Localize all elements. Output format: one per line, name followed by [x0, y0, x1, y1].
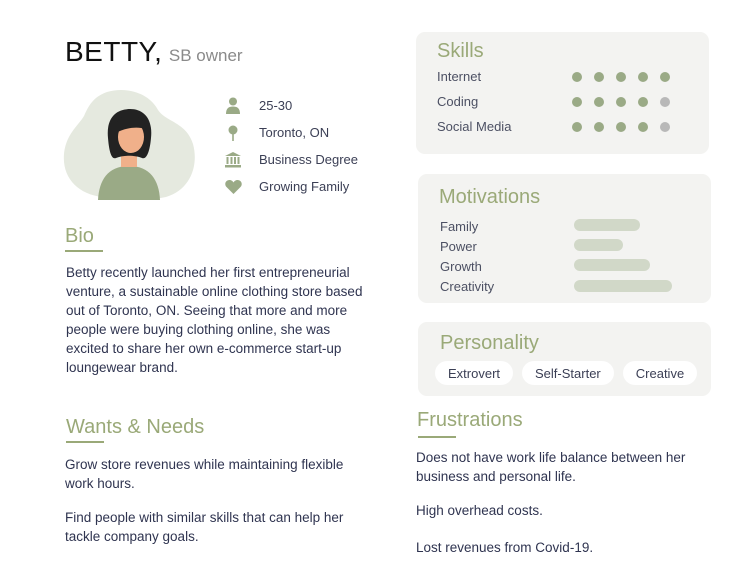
fact-education: Business Degree	[222, 146, 358, 173]
personality-tags: Extrovert Self-Starter Creative	[435, 361, 698, 385]
rating-dot-filled	[660, 72, 670, 82]
rating-dot-filled	[594, 72, 604, 82]
rating-dot-filled	[572, 72, 582, 82]
frustrations-underline	[418, 436, 456, 438]
rating-dot-filled	[594, 122, 604, 132]
rating-dot-filled	[616, 97, 626, 107]
rating-dot-filled	[572, 122, 582, 132]
motivation-bar	[574, 219, 640, 231]
motivation-label: Power	[440, 239, 477, 254]
bio-underline	[65, 250, 103, 252]
rating-dot-filled	[638, 97, 648, 107]
fact-text: 25-30	[259, 98, 293, 113]
persona-name: BETTY,	[65, 36, 163, 67]
rating-dot-empty	[660, 97, 670, 107]
institution-icon	[222, 150, 244, 170]
person-icon	[222, 96, 244, 116]
frustration-item: Lost revenues from Covid-19.	[416, 540, 594, 555]
wants-title: Wants & Needs	[66, 416, 205, 438]
fact-text: Toronto, ON	[259, 125, 330, 140]
personality-tag: Extrovert	[435, 361, 514, 385]
fact-text: Business Degree	[259, 152, 358, 167]
motivations-title: Motivations	[439, 186, 541, 208]
motivation-label: Family	[440, 219, 479, 234]
rating-dot-filled	[572, 97, 582, 107]
wants-item: Grow store revenues while maintaining fl…	[65, 457, 344, 491]
persona-avatar	[63, 90, 195, 200]
rating-dot-filled	[594, 97, 604, 107]
bio-title: Bio	[65, 225, 94, 247]
wants-underline	[66, 441, 104, 443]
motivation-bar	[574, 280, 672, 292]
rating-dot-empty	[660, 122, 670, 132]
heart-icon	[222, 177, 244, 197]
wants-item: Find people with similar skills that can…	[65, 510, 344, 544]
rating-dot-filled	[638, 72, 648, 82]
rating-dot-filled	[616, 122, 626, 132]
motivation-label: Growth	[440, 259, 482, 274]
persona-facts: 25-30 Toronto, ON Business Degree Growin…	[222, 92, 358, 200]
fact-text: Growing Family	[259, 179, 350, 194]
skills-title: Skills	[437, 40, 484, 62]
motivation-bar	[574, 239, 623, 251]
rating-dot-filled	[638, 122, 648, 132]
fact-family: Growing Family	[222, 173, 349, 200]
personality-tag: Self-Starter	[522, 361, 614, 385]
fact-location: Toronto, ON	[222, 119, 329, 146]
frustration-item: High overhead costs.	[416, 503, 543, 518]
rating-dot-filled	[616, 72, 626, 82]
persona-role: SB owner	[168, 46, 243, 65]
personality-tag: Creative	[622, 361, 698, 385]
location-pin-icon	[222, 123, 244, 143]
skill-label: Social Media	[437, 119, 512, 134]
skill-rating	[572, 122, 670, 132]
skill-rating	[572, 72, 670, 82]
bio-text: Betty recently launched her first entrep…	[66, 265, 363, 375]
fact-age: 25-30	[222, 92, 292, 119]
skill-label: Internet	[437, 69, 482, 84]
frustrations-title: Frustrations	[417, 409, 523, 431]
skill-label: Coding	[437, 94, 479, 109]
persona-header: BETTY, SB owner	[65, 36, 243, 68]
personality-title: Personality	[440, 332, 539, 354]
frustration-item: Does not have work life balance between …	[416, 450, 686, 484]
skill-rating	[572, 97, 670, 107]
motivation-label: Creativity	[440, 279, 495, 294]
motivation-bar	[574, 259, 650, 271]
